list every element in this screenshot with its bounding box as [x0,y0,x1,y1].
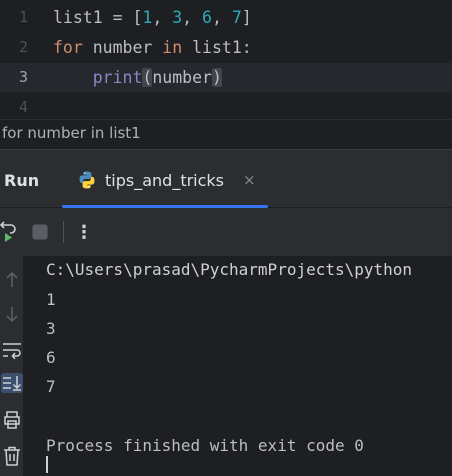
code-token: in [162,38,183,57]
code-text[interactable]: for number in list1: [53,33,252,62]
code-token: 3 [172,8,183,27]
code-token: 7 [231,8,242,27]
python-icon [77,170,97,190]
code-token: 6 [202,8,212,27]
console-output[interactable]: C:\Users\prasad\PycharmProjects\python 1… [23,256,452,476]
code-token: ) [211,68,222,87]
soft-wrap-icon[interactable] [0,338,23,362]
line-number: 3 [18,68,28,86]
console-finish-message: Process finished with exit code 0 [46,436,364,455]
code-token: 1 [142,8,153,27]
code-token: number [152,68,212,87]
code-token: for [53,38,83,57]
code-token: ( [142,68,153,87]
close-icon[interactable]: × [243,171,256,189]
code-line-current[interactable]: 3 print(number) [0,63,452,92]
code-token: , [211,8,232,27]
stop-icon[interactable] [30,222,50,242]
scroll-to-end-icon[interactable] [0,371,23,395]
more-options-icon[interactable]: ⋮ [74,220,94,244]
line-number: 4 [18,98,28,116]
console-output-line: 1 [46,290,56,309]
code-editor[interactable]: 1 list1 = [1, 3, 6, 7] 2 for number in l… [0,0,452,119]
run-tool-window: Run tips_and_tricks × ⋮ C:\Users\prasad\… [0,149,452,476]
code-token: number [82,38,163,57]
code-text[interactable]: print(number) [53,63,222,92]
breadcrumb: for number in list1 [0,119,452,149]
code-token: , [182,8,203,27]
run-title: Run [4,171,40,190]
tab-label: tips_and_tricks [105,171,225,190]
code-line[interactable]: 2 for number in list1: [0,33,452,62]
code-line[interactable]: 4 [0,93,452,119]
console-output-line: 6 [46,348,56,367]
trash-icon[interactable] [0,444,23,468]
code-token: list1 = [53,8,133,27]
code-line[interactable]: 1 list1 = [1, 3, 6, 7] [0,3,452,32]
console-output-line: 7 [46,377,56,396]
breadcrumb-item[interactable]: for number in list1 [2,124,141,142]
console-command-line: C:\Users\prasad\PycharmProjects\python [46,260,413,279]
console-side-toolbar [0,256,23,476]
code-token: print [92,68,143,87]
code-token: list1: [182,38,252,57]
line-number: 1 [18,8,28,26]
arrow-down-icon[interactable] [0,302,23,326]
code-token: [ [132,8,143,27]
run-header: Run tips_and_tricks × [0,150,452,208]
run-toolbar: ⋮ [0,208,452,256]
console-caret [46,456,48,473]
arrow-up-icon[interactable] [0,268,23,292]
toolbar-separator [63,221,64,243]
rerun-icon[interactable] [0,220,20,244]
print-icon[interactable] [0,408,23,432]
code-token: ] [241,8,252,27]
code-text[interactable]: list1 = [1, 3, 6, 7] [53,3,252,32]
line-number: 2 [18,38,28,56]
console-output-line: 3 [46,319,56,338]
run-tab-tips-and-tricks[interactable]: tips_and_tricks × [62,162,268,208]
code-token: , [152,8,173,27]
